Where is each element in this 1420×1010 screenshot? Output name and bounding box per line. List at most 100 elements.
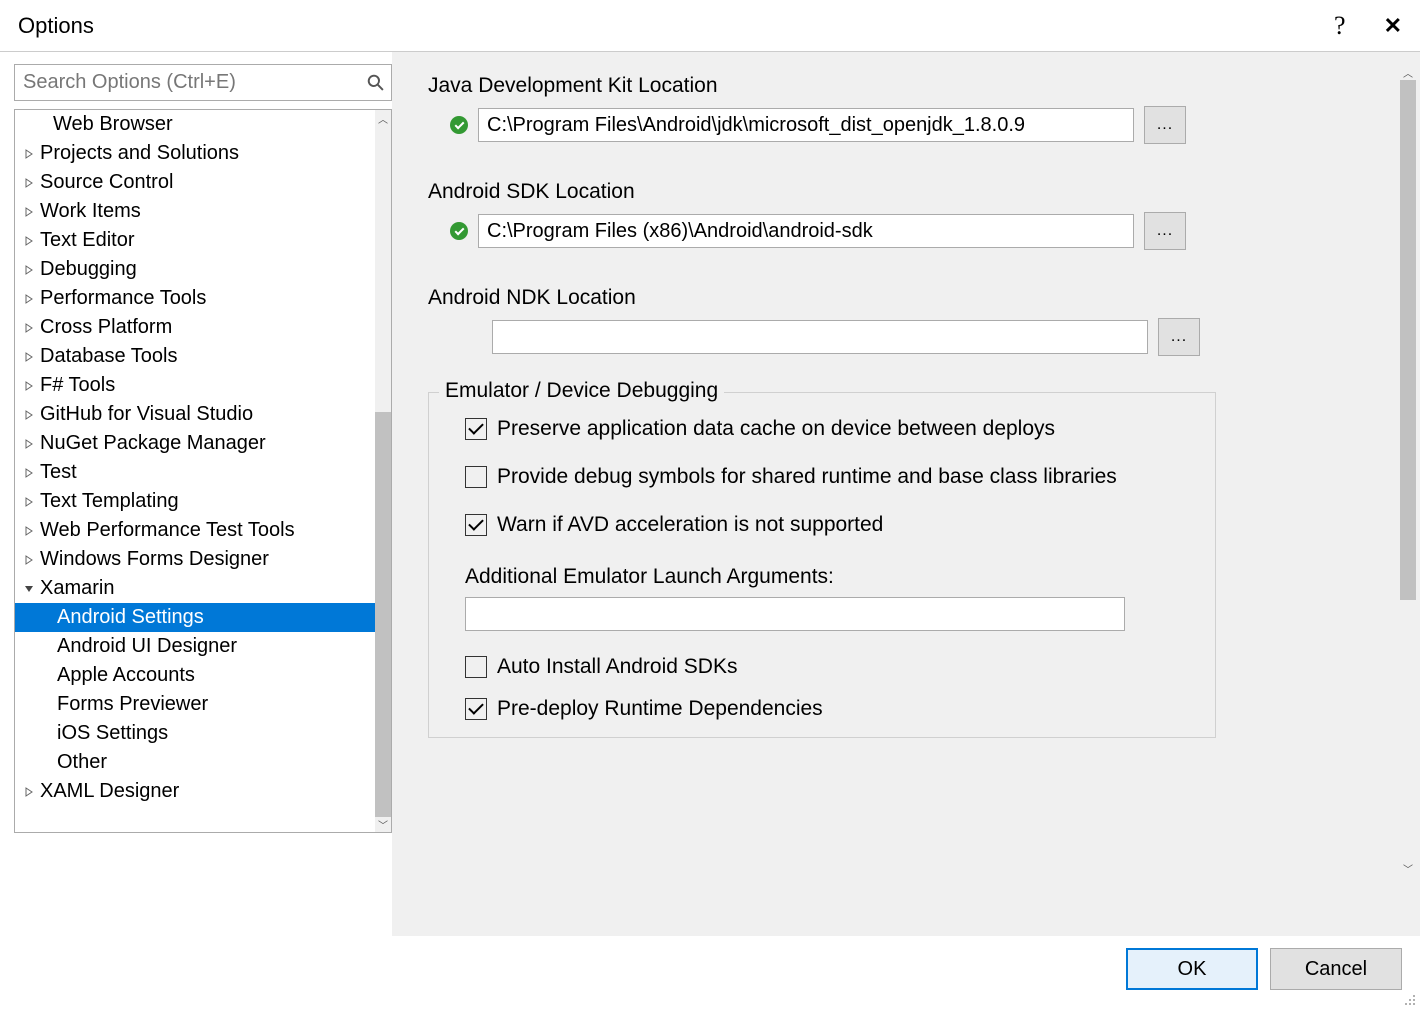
tree-item[interactable]: Web Performance Test Tools: [15, 516, 375, 545]
tree-item[interactable]: Apple Accounts: [15, 661, 375, 690]
tree-item-label: Projects and Solutions: [40, 142, 239, 165]
tree-item[interactable]: Windows Forms Designer: [15, 545, 375, 574]
tree-item[interactable]: Projects and Solutions: [15, 139, 375, 168]
scroll-down-icon[interactable]: ﹀: [1400, 860, 1416, 876]
check-icon: [450, 222, 468, 240]
tree-item[interactable]: GitHub for Visual Studio: [15, 400, 375, 429]
tree-item[interactable]: Text Editor: [15, 226, 375, 255]
scroll-up-icon[interactable]: ︿: [1400, 64, 1416, 80]
tree-item[interactable]: Web Browser: [15, 110, 375, 139]
tree-item[interactable]: Text Templating: [15, 487, 375, 516]
tree-scroll-thumb[interactable]: [375, 412, 391, 817]
warn-checkbox-row[interactable]: Warn if AVD acceleration is not supporte…: [465, 513, 1199, 537]
cancel-button[interactable]: Cancel: [1270, 948, 1402, 990]
tree-item[interactable]: Cross Platform: [15, 313, 375, 342]
help-icon[interactable]: ?: [1334, 11, 1346, 41]
tree-item-label: Text Editor: [40, 229, 134, 252]
content-scroll-thumb[interactable]: [1400, 80, 1416, 600]
search-input[interactable]: [14, 64, 392, 101]
ndk-input[interactable]: [492, 320, 1148, 354]
tree-item-label: Android UI Designer: [57, 635, 237, 658]
emulator-groupbox: Emulator / Device Debugging Preserve app…: [428, 392, 1216, 738]
preserve-label: Preserve application data cache on devic…: [497, 417, 1055, 441]
checkbox-icon[interactable]: [465, 656, 487, 678]
predeploy-label: Pre-deploy Runtime Dependencies: [497, 697, 823, 721]
autoinstall-label: Auto Install Android SDKs: [497, 655, 737, 679]
args-input[interactable]: [465, 597, 1125, 631]
groupbox-title: Emulator / Device Debugging: [439, 379, 724, 403]
scroll-up-icon[interactable]: ︿: [375, 110, 391, 126]
tree-item[interactable]: Work Items: [15, 197, 375, 226]
chevron-right-icon[interactable]: [21, 262, 36, 277]
checkbox-icon[interactable]: [465, 514, 487, 536]
tree-item[interactable]: Performance Tools: [15, 284, 375, 313]
checkbox-icon[interactable]: [465, 466, 487, 488]
chevron-down-icon[interactable]: [21, 581, 36, 596]
warn-label: Warn if AVD acceleration is not supporte…: [497, 513, 883, 537]
tree-item-label: Android Settings: [57, 606, 204, 629]
tree-item[interactable]: Forms Previewer: [15, 690, 375, 719]
tree-item-label: Test: [40, 461, 77, 484]
tree-item[interactable]: Test: [15, 458, 375, 487]
chevron-right-icon[interactable]: [21, 494, 36, 509]
browse-jdk-button[interactable]: ...: [1144, 106, 1186, 144]
options-tree: Web Browser Projects and Solutions Source …: [14, 109, 392, 833]
browse-sdk-button[interactable]: ...: [1144, 212, 1186, 250]
resize-grip-icon[interactable]: [1402, 992, 1416, 1006]
chevron-right-icon[interactable]: [21, 146, 36, 161]
tree-item-label: Work Items: [40, 200, 141, 223]
check-icon: [450, 116, 468, 134]
preserve-checkbox-row[interactable]: Preserve application data cache on devic…: [465, 417, 1199, 441]
titlebar: Options ? ✕: [0, 0, 1420, 52]
tree-item-label: Web Browser: [53, 113, 173, 136]
sdk-input[interactable]: [478, 214, 1134, 248]
tree-item[interactable]: F# Tools: [15, 371, 375, 400]
checkbox-icon[interactable]: [465, 418, 487, 440]
chevron-right-icon[interactable]: [21, 349, 36, 364]
tree-item[interactable]: NuGet Package Manager: [15, 429, 375, 458]
autoinstall-checkbox-row[interactable]: Auto Install Android SDKs: [465, 655, 1199, 679]
chevron-right-icon[interactable]: [21, 378, 36, 393]
chevron-right-icon[interactable]: [21, 320, 36, 335]
tree-item[interactable]: Android UI Designer: [15, 632, 375, 661]
tree-item-label: NuGet Package Manager: [40, 432, 266, 455]
jdk-input[interactable]: [478, 108, 1134, 142]
tree-item[interactable]: Debugging: [15, 255, 375, 284]
tree-item[interactable]: Android Settings: [15, 603, 375, 632]
tree-item-label: Apple Accounts: [57, 664, 195, 687]
chevron-right-icon[interactable]: [21, 465, 36, 480]
chevron-right-icon[interactable]: [21, 784, 36, 799]
content-panel: Java Development Kit Location ... Androi…: [392, 52, 1420, 936]
browse-ndk-button[interactable]: ...: [1158, 318, 1200, 356]
ok-button[interactable]: OK: [1126, 948, 1258, 990]
tree-item-label: Forms Previewer: [57, 693, 208, 716]
chevron-right-icon[interactable]: [21, 436, 36, 451]
tree-item-label: Cross Platform: [40, 316, 172, 339]
chevron-right-icon[interactable]: [21, 552, 36, 567]
tree-item-label: GitHub for Visual Studio: [40, 403, 253, 426]
sdk-label: Android SDK Location: [428, 180, 1216, 204]
tree-item-label: Text Templating: [40, 490, 179, 513]
chevron-right-icon[interactable]: [21, 407, 36, 422]
predeploy-checkbox-row[interactable]: Pre-deploy Runtime Dependencies: [465, 697, 1199, 721]
content-scrollbar[interactable]: ︿ ﹀: [1400, 64, 1416, 876]
close-icon[interactable]: ✕: [1384, 13, 1402, 39]
tree-item-label: Xamarin: [40, 577, 114, 600]
chevron-right-icon[interactable]: [21, 204, 36, 219]
tree-item[interactable]: Source Control: [15, 168, 375, 197]
chevron-right-icon[interactable]: [21, 175, 36, 190]
chevron-right-icon[interactable]: [21, 523, 36, 538]
tree-item-label: F# Tools: [40, 374, 115, 397]
scroll-down-icon[interactable]: ﹀: [375, 816, 391, 832]
checkbox-icon[interactable]: [465, 698, 487, 720]
symbols-checkbox-row[interactable]: Provide debug symbols for shared runtime…: [465, 465, 1199, 489]
chevron-right-icon[interactable]: [21, 291, 36, 306]
tree-scrollbar[interactable]: ︿ ﹀: [375, 110, 391, 832]
tree-item[interactable]: Database Tools: [15, 342, 375, 371]
chevron-right-icon[interactable]: [21, 233, 36, 248]
tree-item[interactable]: XAML Designer: [15, 777, 375, 806]
tree-item[interactable]: Xamarin: [15, 574, 375, 603]
tree-item[interactable]: iOS Settings: [15, 719, 375, 748]
tree-item-label: Windows Forms Designer: [40, 548, 269, 571]
tree-item[interactable]: Other: [15, 748, 375, 777]
